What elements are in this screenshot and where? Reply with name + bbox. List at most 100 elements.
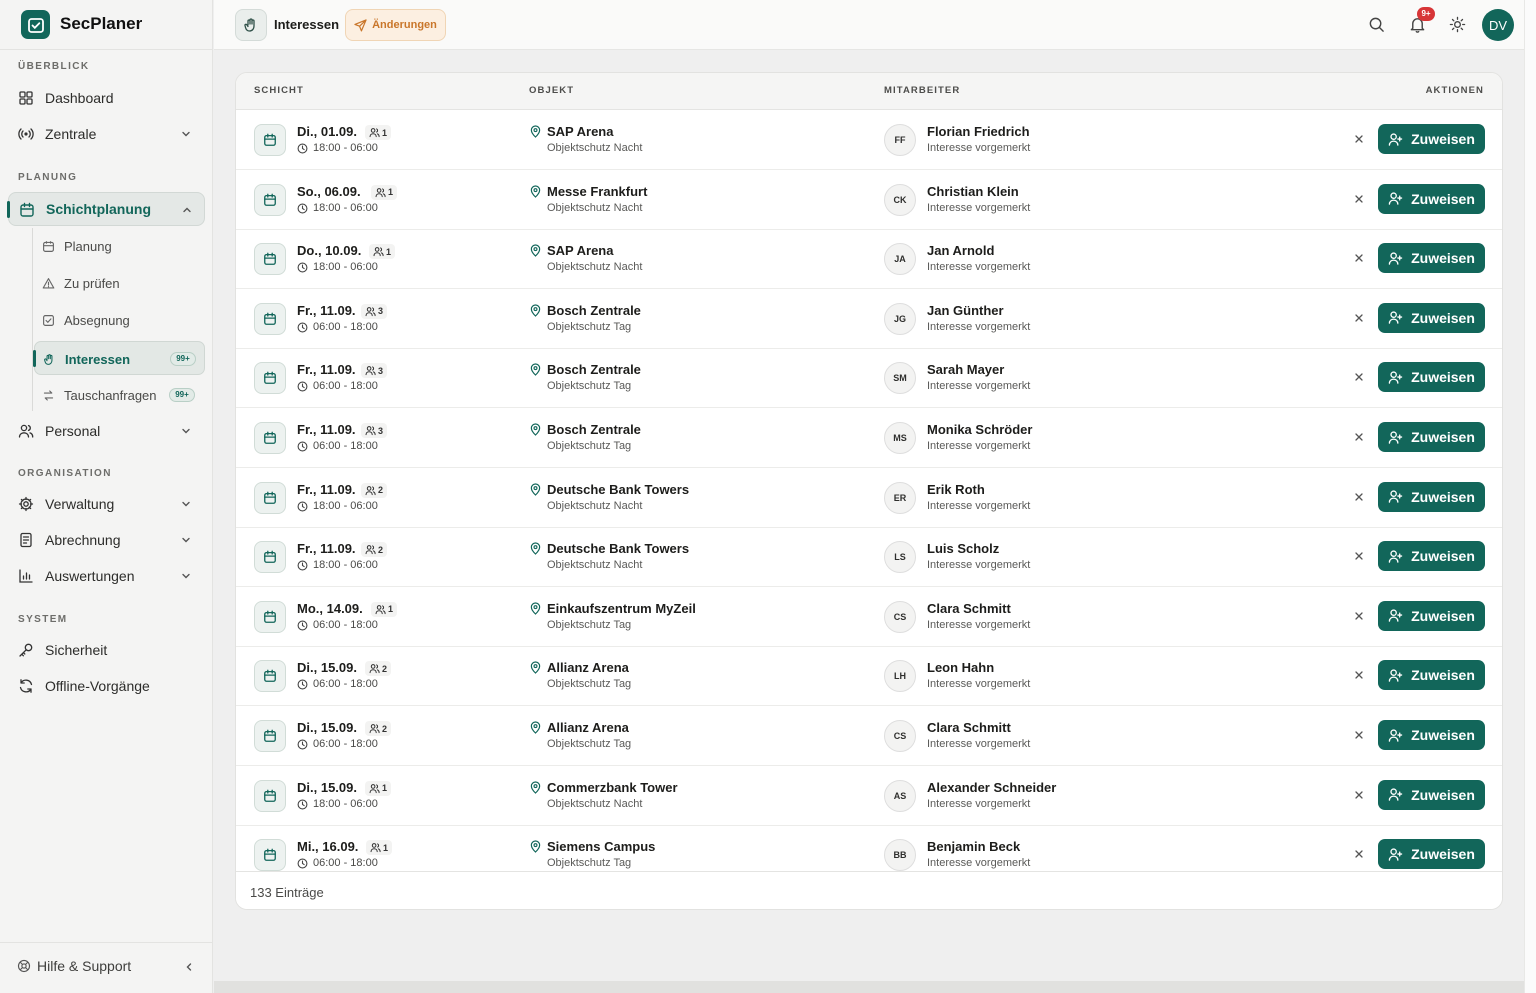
calendar-icon — [254, 839, 286, 871]
people-icon — [369, 783, 380, 793]
employee-status: Interesse vorgemerkt — [927, 142, 1031, 154]
send-icon — [354, 18, 367, 31]
assign-button[interactable]: Zuweisen — [1378, 481, 1485, 512]
assign-button[interactable]: Zuweisen — [1378, 779, 1485, 810]
assign-button[interactable]: Zuweisen — [1378, 243, 1485, 274]
sidebar-item-schichtplanung[interactable]: Schichtplanung — [7, 192, 205, 226]
broadcast-icon — [18, 128, 34, 140]
close-icon[interactable] — [1354, 849, 1364, 859]
shift-date: Mi., 16.09. — [297, 839, 359, 855]
object-type: Objektschutz Tag — [547, 380, 632, 393]
shift-date: Di., 01.09. — [297, 124, 357, 139]
sidebar-item-personal[interactable]: Personal — [8, 414, 205, 448]
assign-button[interactable]: Zuweisen — [1378, 600, 1485, 631]
sidebar-subitem-absegnung[interactable]: Absegnung — [34, 303, 205, 337]
assign-button[interactable]: Zuweisen — [1378, 124, 1485, 154]
calendar-icon — [20, 202, 34, 217]
interests-table-card: SCHICHT OBJEKT MITARBEITER AKTIONEN Di.,… — [235, 72, 1503, 910]
close-icon[interactable] — [1354, 194, 1364, 204]
assign-button[interactable]: Zuweisen — [1378, 422, 1485, 452]
search-icon[interactable] — [1368, 16, 1385, 33]
assign-label: Zuweisen — [1411, 846, 1475, 863]
scrollbar[interactable] — [1524, 0, 1536, 993]
assign-button[interactable]: Zuweisen — [1378, 720, 1485, 750]
assign-button[interactable]: Zuweisen — [1378, 362, 1485, 393]
horizontal-scrollbar[interactable] — [214, 981, 1524, 993]
sidebar-item-sicherheit[interactable]: Sicherheit — [8, 633, 205, 667]
assign-button[interactable]: Zuweisen — [1378, 302, 1485, 333]
sidebar-item-abrechnung[interactable]: Abrechnung — [8, 523, 205, 557]
swap-icon — [43, 390, 54, 401]
calendar-icon — [254, 779, 286, 812]
changes-button[interactable]: Änderungen — [345, 9, 446, 41]
sidebar-subitem-tauschanfragen[interactable]: Tauschanfragen 99+ — [34, 378, 205, 412]
people-count: 1 — [369, 244, 396, 260]
people-count-value: 1 — [388, 604, 394, 615]
sidebar-item-zentrale[interactable]: Zentrale — [8, 117, 205, 151]
employee-name: Christian Klein — [927, 183, 1019, 199]
map-pin-icon — [530, 781, 541, 794]
object-name: Einkaufszentrum MyZeil — [547, 600, 696, 616]
shift-time: 06:00 - 18:00 — [313, 320, 378, 333]
close-icon[interactable] — [1354, 313, 1364, 323]
close-icon[interactable] — [1354, 611, 1364, 621]
map-pin-icon — [530, 363, 541, 377]
help-support-link[interactable]: Hilfe & Support — [17, 958, 131, 974]
table-row: Di., 15.09. 2 06:00 - 18:00 Allianz Arena Ob… — [236, 706, 1502, 766]
avatar: CS — [884, 600, 916, 633]
column-header-employee: MITARBEITER — [884, 85, 961, 96]
shift-time: 06:00 - 18:00 — [313, 738, 378, 750]
assign-button[interactable]: Zuweisen — [1378, 660, 1485, 691]
assign-button[interactable]: Zuweisen — [1378, 541, 1485, 572]
table-row: Mo., 14.09. 1 06:00 - 18:00 Einkaufszentrum… — [236, 587, 1502, 647]
close-icon[interactable] — [1354, 790, 1364, 800]
logo-check-icon[interactable] — [21, 10, 50, 39]
shift-time: 06:00 - 18:00 — [313, 440, 378, 452]
employee-status: Interesse vorgemerkt — [927, 261, 1031, 274]
assign-button[interactable]: Zuweisen — [1378, 183, 1485, 214]
sun-icon[interactable] — [1449, 16, 1466, 33]
map-pin-icon — [530, 244, 541, 258]
table-row: Fr., 11.09. 3 06:00 - 18:00 Bosch Zentrale O… — [236, 348, 1502, 409]
changes-label: Änderungen — [372, 19, 437, 31]
sidebar-item-label: Abrechnung — [45, 532, 121, 548]
close-icon[interactable] — [1354, 372, 1364, 382]
close-icon[interactable] — [1354, 492, 1364, 502]
close-icon[interactable] — [1354, 134, 1364, 144]
sidebar-subitem-label: Interessen — [65, 352, 131, 367]
chevron-left-icon[interactable] — [183, 961, 195, 973]
close-icon[interactable] — [1354, 432, 1364, 442]
table-row: Fr., 11.09. 3 06:00 - 18:00 Bosch Zentrale O… — [236, 408, 1502, 468]
sidebar-subitem-label: Absegnung — [64, 313, 130, 328]
close-icon[interactable] — [1354, 670, 1364, 680]
sidebar-subitem-interessen[interactable]: Interessen 99+ — [33, 341, 205, 375]
sidebar-item-auswertungen[interactable]: Auswertungen — [8, 559, 205, 593]
user-plus-icon — [1388, 490, 1403, 503]
user-avatar[interactable]: DV — [1482, 9, 1514, 41]
close-icon[interactable] — [1354, 730, 1364, 740]
alert-icon — [42, 278, 55, 289]
sidebar-item-offline[interactable]: Offline-Vorgänge — [8, 669, 205, 703]
sidebar-subitem-zu-pruefen[interactable]: Zu prüfen — [34, 266, 205, 300]
sidebar-item-verwaltung[interactable]: Verwaltung — [8, 487, 205, 521]
avatar: ER — [884, 481, 916, 514]
sidebar-item-label: Schichtplanung — [46, 201, 151, 217]
shift-date: So., 06.09. — [297, 183, 361, 199]
help-label: Hilfe & Support — [37, 958, 132, 974]
close-icon[interactable] — [1354, 551, 1364, 561]
sidebar-item-label: Offline-Vorgänge — [45, 678, 150, 694]
assign-label: Zuweisen — [1411, 429, 1475, 445]
map-pin-icon — [530, 185, 541, 198]
user-plus-icon — [1388, 371, 1403, 384]
sidebar-item-dashboard[interactable]: Dashboard — [8, 81, 205, 115]
assign-button[interactable]: Zuweisen — [1378, 839, 1485, 870]
close-icon[interactable] — [1354, 253, 1364, 263]
assign-label: Zuweisen — [1411, 727, 1475, 743]
sidebar-subitem-planung[interactable]: Planung — [34, 229, 205, 263]
object-type: Objektschutz Nacht — [547, 797, 643, 810]
bar-chart-icon — [19, 569, 33, 583]
employee-name: Monika Schröder — [927, 422, 1033, 437]
gear-icon — [18, 496, 34, 512]
people-icon — [365, 426, 376, 436]
shift-date: Fr., 11.09. — [297, 362, 356, 378]
